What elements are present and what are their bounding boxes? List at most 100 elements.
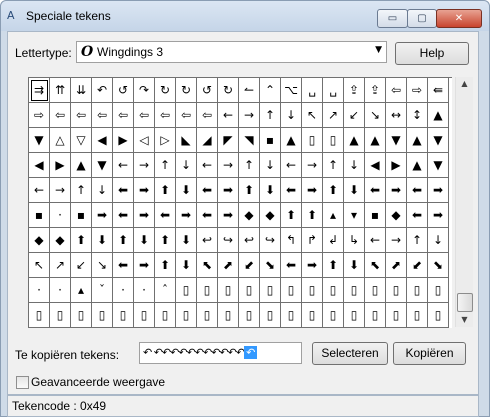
character-cell[interactable]: ▶ [113,128,134,153]
character-cell[interactable]: ▲ [71,153,92,178]
character-cell[interactable]: ↑ [239,153,260,178]
character-cell[interactable]: ⬆ [302,203,323,228]
character-cell[interactable]: ▯ [344,278,365,303]
character-cell[interactable]: △ [50,128,71,153]
character-cell[interactable]: ␣ [302,78,323,103]
character-cell[interactable]: ⬊ [260,253,281,278]
character-cell[interactable]: ↑ [71,178,92,203]
character-cell[interactable]: ↻ [176,78,197,103]
scroll-down-arrow-icon[interactable]: ▼ [456,313,473,327]
character-cell[interactable]: ⬅ [281,253,302,278]
character-cell[interactable]: ⬇ [176,178,197,203]
character-cell[interactable]: · [29,278,50,303]
character-cell[interactable]: → [239,103,260,128]
character-cell[interactable]: ▯ [365,278,386,303]
character-cell[interactable]: ▯ [218,303,239,328]
character-cell[interactable]: ⬆ [71,228,92,253]
character-cell[interactable]: ← [113,153,134,178]
character-cell[interactable]: ▪ [71,203,92,228]
character-cell[interactable]: ← [197,153,218,178]
character-cell[interactable]: ➡ [218,178,239,203]
character-cell[interactable]: ↖ [302,103,323,128]
character-cell[interactable]: ↑ [155,153,176,178]
character-cell[interactable]: ⇦ [92,103,113,128]
character-cell[interactable]: ▯ [176,303,197,328]
character-cell[interactable]: ⬅ [281,178,302,203]
maximize-button[interactable]: ▢ [407,9,437,28]
character-cell[interactable]: ▯ [302,278,323,303]
character-cell[interactable]: ⬉ [365,253,386,278]
character-cell[interactable]: ◆ [50,228,71,253]
character-cell[interactable]: ➡ [428,178,449,203]
character-cell[interactable]: ↑ [260,103,281,128]
character-cell[interactable]: ↶ [92,78,113,103]
character-cell[interactable]: ➡ [218,203,239,228]
character-cell[interactable]: ⬅ [113,178,134,203]
character-cell[interactable]: ⇦ [134,103,155,128]
font-dropdown[interactable]: O Wingdings 3 ▼ [76,41,387,63]
character-cell[interactable]: ▯ [302,303,323,328]
character-cell[interactable]: ⬊ [428,253,449,278]
character-cell[interactable]: ▯ [197,303,218,328]
character-cell[interactable]: ◤ [218,128,239,153]
character-cell[interactable]: ▪ [260,128,281,153]
character-cell[interactable]: ⇨ [29,103,50,128]
character-cell[interactable]: ▪ [29,203,50,228]
character-cell[interactable]: ◀ [92,128,113,153]
character-cell[interactable]: ⇨ [407,78,428,103]
character-cell[interactable]: ⬆ [155,178,176,203]
character-cell[interactable]: ↘ [365,103,386,128]
character-cell[interactable]: ▼ [92,153,113,178]
character-cell[interactable]: ▼ [428,153,449,178]
character-cell[interactable]: ➡ [386,178,407,203]
character-cell[interactable]: ◥ [239,128,260,153]
character-cell[interactable]: ↓ [92,178,113,203]
character-cell[interactable]: ◆ [386,203,407,228]
character-cell[interactable]: ⬅ [197,203,218,228]
character-cell[interactable]: ⇚ [428,78,449,103]
character-cell[interactable]: ▶ [386,153,407,178]
character-cell[interactable]: ↓ [344,153,365,178]
character-cell[interactable]: ➡ [176,203,197,228]
character-cell[interactable]: ↳ [344,228,365,253]
character-cell[interactable]: ➡ [134,253,155,278]
character-cell[interactable]: ↖ [29,253,50,278]
character-cell[interactable]: ▯ [344,303,365,328]
character-cell[interactable]: ▯ [365,303,386,328]
character-cell[interactable]: ▯ [239,303,260,328]
copy-button[interactable]: Kopiëren [393,342,466,365]
character-cell[interactable]: ◆ [29,228,50,253]
character-cell[interactable]: → [50,178,71,203]
character-cell[interactable]: → [134,153,155,178]
character-cell[interactable]: ← [365,228,386,253]
character-cell[interactable]: ▯ [134,303,155,328]
character-cell[interactable]: · [50,203,71,228]
character-cell[interactable]: ↩ [239,228,260,253]
character-cell[interactable]: ↗ [323,103,344,128]
character-cell[interactable]: ↕ [407,103,428,128]
character-cell[interactable]: ◁ [134,128,155,153]
character-cell[interactable]: ▲ [344,128,365,153]
character-cell[interactable]: ⬇ [92,228,113,253]
scroll-up-arrow-icon[interactable]: ▲ [456,77,473,91]
character-cell[interactable]: ▯ [260,303,281,328]
character-cell[interactable]: ⬈ [386,253,407,278]
character-cell[interactable]: → [302,153,323,178]
character-cell[interactable]: ↪ [218,228,239,253]
character-cell[interactable]: ▾ [344,203,365,228]
character-cell[interactable]: ⇦ [50,103,71,128]
advanced-view-label[interactable]: Geavanceerde weergave [31,375,165,389]
character-cell[interactable]: ↔ [386,103,407,128]
character-cell[interactable]: ▯ [218,278,239,303]
character-cell[interactable]: ⬅ [365,178,386,203]
character-cell[interactable]: ▯ [407,278,428,303]
character-cell[interactable]: · [113,278,134,303]
character-cell[interactable]: ⬇ [344,178,365,203]
character-cell[interactable]: ⬇ [134,228,155,253]
character-cell[interactable]: ↺ [113,78,134,103]
character-cell[interactable]: → [218,153,239,178]
character-cell[interactable]: ⬅ [407,203,428,228]
advanced-view-checkbox[interactable] [16,376,29,389]
character-cell[interactable]: ⇊ [71,78,92,103]
character-cell[interactable]: ↩ [197,228,218,253]
